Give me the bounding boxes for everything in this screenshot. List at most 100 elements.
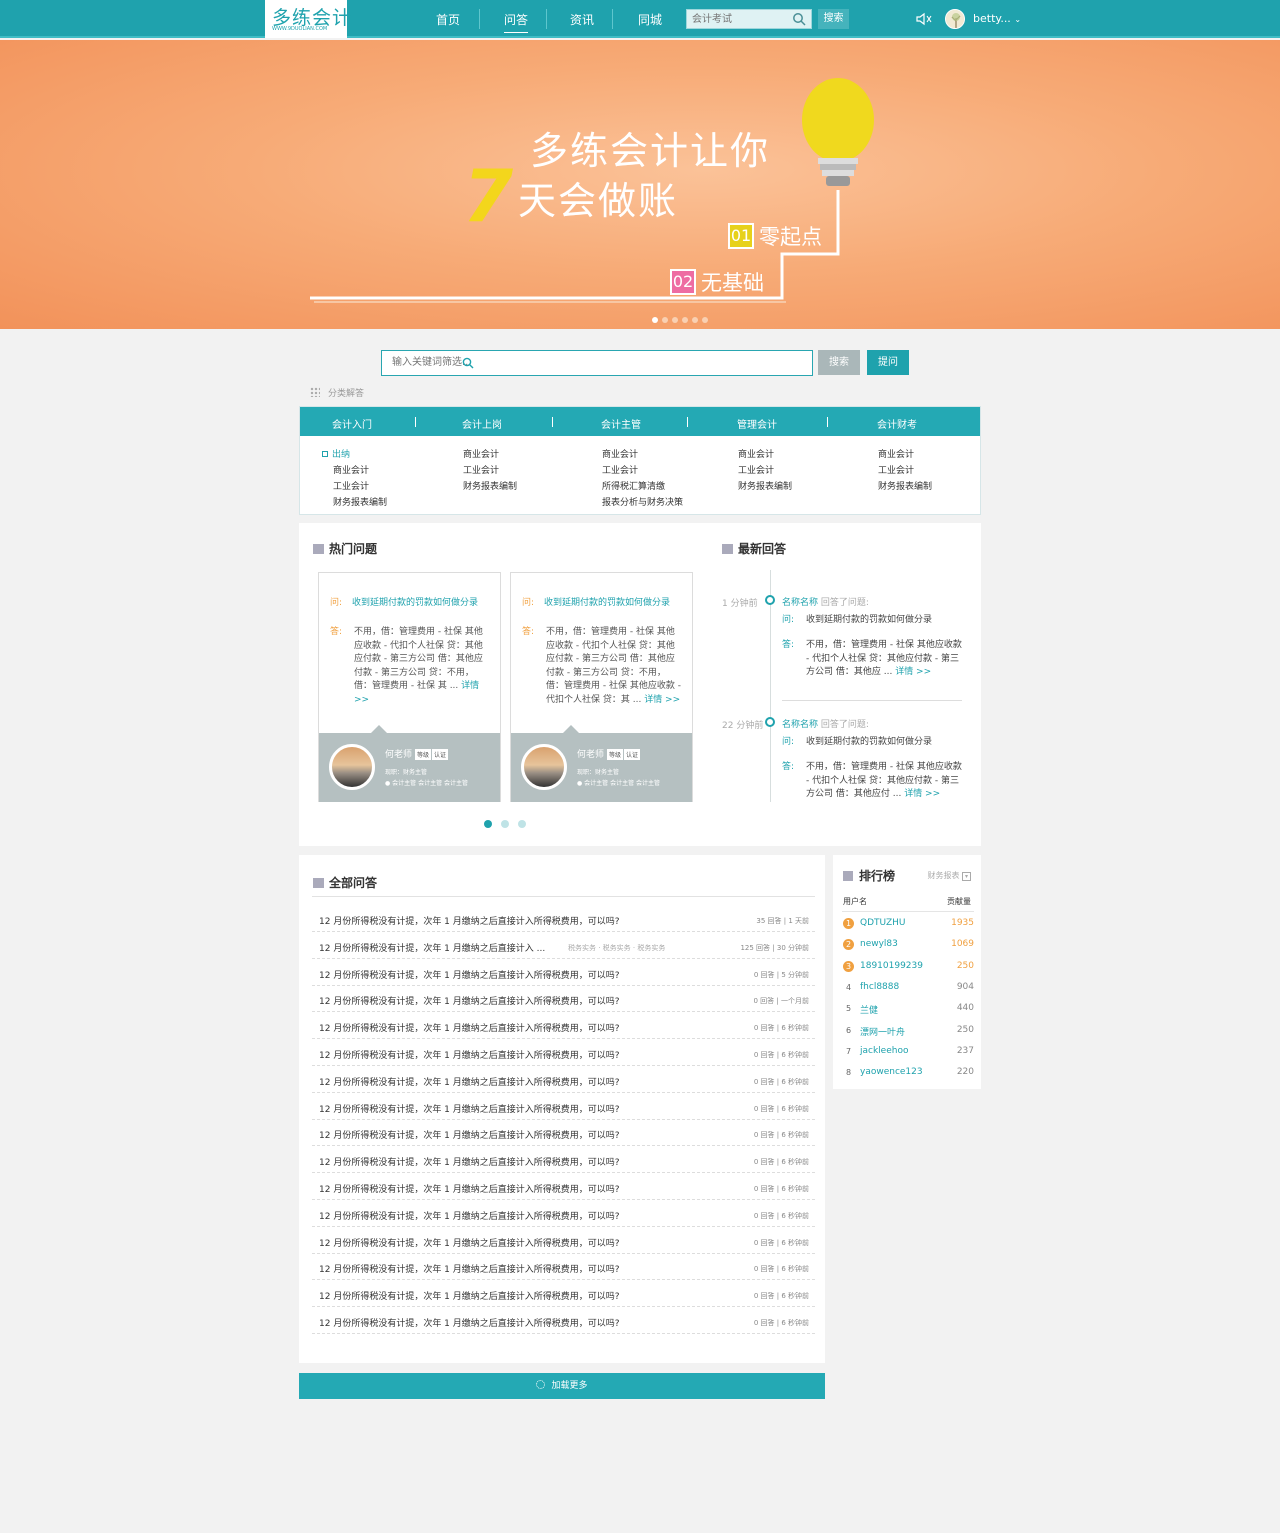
- details-link[interactable]: 详情 >>: [895, 667, 931, 677]
- question-title[interactable]: 12 月份所得税没有计提，次年 1 月缴纳之后直接计入所得税费用，可以吗?: [319, 1182, 620, 1195]
- ranking-row[interactable]: 5 兰健 440: [842, 998, 974, 1019]
- question-row[interactable]: 12 月份所得税没有计提，次年 1 月缴纳之后直接计入所得税费用，可以吗? 0 回…: [312, 985, 815, 1013]
- question-title[interactable]: 12 月份所得税没有计提，次年 1 月缴纳之后直接计入所得税费用，可以吗?: [319, 1316, 620, 1329]
- category-link[interactable]: 工业会计: [602, 463, 683, 479]
- rank-user[interactable]: yaowence123: [860, 1067, 923, 1077]
- category-link[interactable]: 工业会计: [322, 479, 387, 495]
- question-row[interactable]: 12 月份所得税没有计提，次年 1 月缴纳之后直接计入所得税费用，可以吗? 0 回…: [312, 1307, 815, 1334]
- nav-home[interactable]: 首页: [436, 11, 460, 28]
- question-title[interactable]: 12 月份所得税没有计提，次年 1 月缴纳之后直接计入 ...: [319, 941, 545, 954]
- category-link[interactable]: 报表分析与财务决策: [602, 495, 683, 511]
- category-link[interactable]: 商业会计: [322, 463, 387, 479]
- search-button[interactable]: 搜索: [818, 350, 860, 375]
- question-row[interactable]: 12 月份所得税没有计提，次年 1 月缴纳之后直接计入所得税费用，可以吗? 0 回…: [312, 1173, 815, 1200]
- carousel-dot[interactable]: [692, 317, 698, 323]
- question-title[interactable]: 12 月份所得税没有计提，次年 1 月缴纳之后直接计入所得税费用，可以吗?: [319, 1289, 620, 1302]
- nav-qa[interactable]: 问答: [504, 11, 529, 33]
- carousel-dot[interactable]: [662, 317, 668, 323]
- rank-user[interactable]: 18910199239: [860, 961, 923, 971]
- speaker-icon[interactable]: [916, 12, 932, 26]
- details-link[interactable]: 详情 >>: [904, 789, 940, 799]
- question-row[interactable]: 12 月份所得税没有计提，次年 1 月缴纳之后直接计入所得税费用，可以吗? 0 回…: [312, 1066, 815, 1093]
- category-link[interactable]: 财务报表编制: [322, 495, 387, 511]
- question-row[interactable]: 12 月份所得税没有计提，次年 1 月缴纳之后直接计入所得税费用，可以吗? 0 回…: [312, 1012, 815, 1040]
- author-name[interactable]: 何老师: [577, 750, 604, 760]
- rank-user[interactable]: 兰健: [860, 1003, 878, 1016]
- rank-user[interactable]: 漂网一叶舟: [860, 1025, 905, 1038]
- category-link[interactable]: 工业会计: [878, 463, 932, 479]
- question-title[interactable]: 12 月份所得税没有计提，次年 1 月缴纳之后直接计入所得税费用，可以吗?: [319, 1262, 620, 1275]
- ranking-row[interactable]: 6 漂网一叶舟 250: [842, 1020, 974, 1041]
- question-search-input[interactable]: [382, 351, 682, 373]
- author-avatar[interactable]: [329, 744, 375, 790]
- category-link[interactable]: 财务报表编制: [463, 479, 517, 495]
- top-search-input[interactable]: [687, 10, 787, 28]
- answerer-name[interactable]: 名称名称: [782, 598, 818, 608]
- rank-user[interactable]: QDTUZHU: [860, 918, 905, 928]
- question-title[interactable]: 12 月份所得税没有计提，次年 1 月缴纳之后直接计入所得税费用，可以吗?: [319, 1021, 620, 1034]
- user-avatar[interactable]: [945, 9, 965, 29]
- ranking-row[interactable]: 8 yaowence123 220: [842, 1062, 974, 1083]
- ask-question-button[interactable]: 提问: [867, 350, 909, 375]
- nav-local[interactable]: 同城: [638, 11, 662, 28]
- category-tab[interactable]: 会计财考: [877, 416, 917, 431]
- site-logo[interactable]: 多练会计 WWW.9DUOLIAN.COM: [265, 0, 351, 38]
- author-avatar[interactable]: [521, 744, 567, 790]
- question-row[interactable]: 12 月份所得税没有计提，次年 1 月缴纳之后直接计入所得税费用，可以吗? 0 回…: [312, 1253, 815, 1281]
- question-row[interactable]: 12 月份所得税没有计提，次年 1 月缴纳之后直接计入所得税费用，可以吗? 0 回…: [312, 1119, 815, 1147]
- answerer-name[interactable]: 名称名称: [782, 720, 818, 730]
- carousel-dot[interactable]: [652, 317, 658, 323]
- hero-banner[interactable]: 多练会计让你 7 天会做账 01 零起点 02 无基础: [0, 40, 1280, 329]
- category-link[interactable]: 财务报表编制: [738, 479, 792, 495]
- question-row[interactable]: 12 月份所得税没有计提，次年 1 月缴纳之后直接计入所得税费用，可以吗? 0 回…: [312, 1093, 815, 1120]
- load-more-button[interactable]: 加载更多: [299, 1373, 825, 1399]
- question-title[interactable]: 12 月份所得税没有计提，次年 1 月缴纳之后直接计入所得税费用，可以吗?: [319, 1155, 620, 1168]
- page-dot[interactable]: [501, 820, 509, 828]
- question-title[interactable]: 12 月份所得税没有计提，次年 1 月缴纳之后直接计入所得税费用，可以吗?: [319, 968, 620, 981]
- category-link[interactable]: 工业会计: [738, 463, 792, 479]
- category-link[interactable]: 商业会计: [463, 447, 517, 463]
- question-tags[interactable]: 税务实务 · 税务实务 · 税务实务: [568, 943, 665, 953]
- question-title[interactable]: 12 月份所得税没有计提，次年 1 月缴纳之后直接计入所得税费用，可以吗?: [319, 994, 620, 1007]
- category-link[interactable]: 财务报表编制: [878, 479, 932, 495]
- hot-question-card[interactable]: 问: 收到延期付款的罚款如何做分录 答: 不用，借：管理费用 - 社保 其他应收款 …: [510, 572, 693, 802]
- user-menu[interactable]: betty... ⌄: [973, 12, 1021, 25]
- category-link[interactable]: 工业会计: [463, 463, 517, 479]
- author-name[interactable]: 何老师: [385, 750, 412, 760]
- question-title[interactable]: 12 月份所得税没有计提，次年 1 月缴纳之后直接计入所得税费用，可以吗?: [319, 1075, 620, 1088]
- ranking-row[interactable]: 1 QDTUZHU 1935: [842, 913, 974, 934]
- nav-news[interactable]: 资讯: [570, 11, 594, 28]
- top-search-button[interactable]: 搜索: [818, 9, 849, 29]
- carousel-dot[interactable]: [702, 317, 708, 323]
- category-tab[interactable]: 会计主管: [601, 416, 641, 431]
- question-row[interactable]: 12 月份所得税没有计提，次年 1 月缴纳之后直接计入 ... 税务实务 · 税务…: [312, 932, 815, 959]
- category-link[interactable]: 商业会计: [878, 447, 932, 463]
- question-row[interactable]: 12 月份所得税没有计提，次年 1 月缴纳之后直接计入所得税费用，可以吗? 0 回…: [312, 1039, 815, 1066]
- category-tab[interactable]: 会计入门: [332, 416, 372, 431]
- search-icon[interactable]: [792, 12, 806, 26]
- carousel-dot[interactable]: [672, 317, 678, 323]
- ranking-row[interactable]: 3 18910199239 250: [842, 956, 974, 977]
- question-title[interactable]: 12 月份所得税没有计提，次年 1 月缴纳之后直接计入所得税费用，可以吗?: [319, 1236, 620, 1249]
- question-row[interactable]: 12 月份所得税没有计提，次年 1 月缴纳之后直接计入所得税费用，可以吗? 0 回…: [312, 1200, 815, 1227]
- question-row[interactable]: 12 月份所得税没有计提，次年 1 月缴纳之后直接计入所得税费用，可以吗? 0 回…: [312, 959, 815, 986]
- question-row[interactable]: 12 月份所得税没有计提，次年 1 月缴纳之后直接计入所得税费用，可以吗? 0 回…: [312, 1227, 815, 1254]
- hot-question-card[interactable]: 问: 收到延期付款的罚款如何做分录 答: 不用，借：管理费用 - 社保 其他应收款 …: [318, 572, 501, 802]
- question-title[interactable]: 12 月份所得税没有计提，次年 1 月缴纳之后直接计入所得税费用，可以吗?: [319, 1102, 620, 1115]
- category-link[interactable]: 商业会计: [738, 447, 792, 463]
- ranking-row[interactable]: 7 jackleehoo 237: [842, 1041, 974, 1062]
- ranking-row[interactable]: 4 fhcl8888 904: [842, 977, 974, 998]
- question-title[interactable]: 12 月份所得税没有计提，次年 1 月缴纳之后直接计入所得税费用，可以吗?: [319, 1048, 620, 1061]
- details-link[interactable]: 详情 >>: [644, 695, 680, 705]
- question-link[interactable]: 收到延期付款的罚款如何做分录: [806, 614, 962, 628]
- ranking-row[interactable]: 2 newyl83 1069: [842, 934, 974, 955]
- category-tab[interactable]: 管理会计: [737, 416, 777, 431]
- category-link[interactable]: 商业会计: [602, 447, 683, 463]
- page-dot[interactable]: [484, 820, 492, 828]
- question-row[interactable]: 12 月份所得税没有计提，次年 1 月缴纳之后直接计入所得税费用，可以吗? 0 回…: [312, 1280, 815, 1308]
- question-link[interactable]: 收到延期付款的罚款如何做分录: [544, 598, 670, 608]
- ranking-filter[interactable]: 财务报表 ▾: [927, 870, 971, 881]
- rank-user[interactable]: jackleehoo: [860, 1046, 908, 1056]
- category-tab[interactable]: 会计上岗: [462, 416, 502, 431]
- carousel-dot[interactable]: [682, 317, 688, 323]
